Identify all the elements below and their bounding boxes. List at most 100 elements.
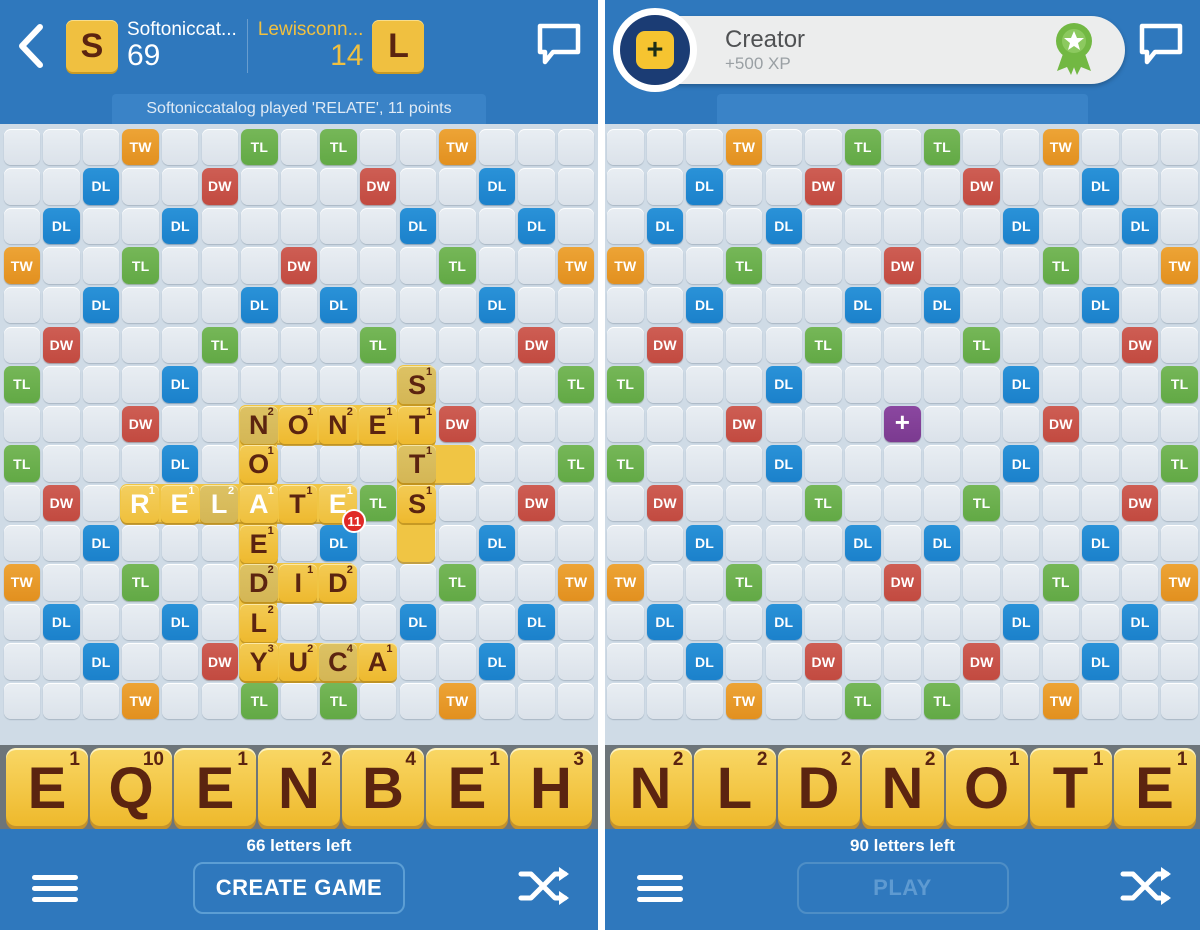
play-button[interactable]: PLAY <box>796 862 1009 914</box>
board-cell-tw[interactable]: TW <box>1161 564 1198 601</box>
board-cell-empty[interactable] <box>280 168 318 205</box>
board-cell-dl[interactable]: DL <box>478 168 516 205</box>
board-cell-tw[interactable]: TW <box>1161 247 1198 284</box>
board-cell-empty[interactable] <box>557 643 595 680</box>
board-cell-empty[interactable] <box>1042 643 1080 680</box>
board-cell-empty[interactable] <box>607 207 644 245</box>
board-cell-tl[interactable]: TL <box>963 326 1000 363</box>
board-cell-dl[interactable]: DL <box>320 286 357 324</box>
board-cell-dl[interactable]: DL <box>162 366 199 403</box>
board-cell-empty[interactable] <box>646 247 684 284</box>
board-cell-dl[interactable]: DL <box>1121 207 1159 245</box>
board-cell-empty[interactable] <box>805 207 842 245</box>
board-cell-empty[interactable] <box>201 682 239 720</box>
board-cell-empty[interactable] <box>765 405 802 443</box>
board-cell-tl[interactable]: TL <box>844 682 882 720</box>
board-cell-empty[interactable] <box>162 682 199 720</box>
board-cell-empty[interactable] <box>439 524 476 561</box>
board-cell-empty[interactable] <box>686 484 723 522</box>
board-cell-dl[interactable]: DL <box>320 524 357 561</box>
board-cell-empty[interactable] <box>884 445 921 482</box>
board-cell-tl[interactable]: TL <box>725 247 763 284</box>
board-cell-dl[interactable]: DL <box>765 603 802 641</box>
board-cell-dw[interactable]: DW <box>518 326 555 363</box>
board-cell-empty[interactable] <box>1082 564 1119 601</box>
board-cell-empty[interactable] <box>765 168 802 205</box>
board-cell-empty[interactable] <box>646 445 684 482</box>
board-cell-empty[interactable] <box>646 405 684 443</box>
board-cell-empty[interactable] <box>963 405 1000 443</box>
board-cell-empty[interactable] <box>241 326 278 363</box>
board-cell-dl[interactable]: DL <box>162 603 199 641</box>
board-cell-dl[interactable]: DL <box>646 603 684 641</box>
board-cell-empty[interactable] <box>478 128 516 165</box>
board-cell-empty[interactable] <box>122 643 159 680</box>
board-cell-empty[interactable] <box>844 247 882 284</box>
board-cell-empty[interactable] <box>686 326 723 363</box>
board-cell-empty[interactable] <box>439 326 476 363</box>
board-cell-tw[interactable]: TW <box>1042 682 1080 720</box>
board-cell-empty[interactable] <box>805 405 842 443</box>
board-cell-empty[interactable] <box>1161 326 1198 363</box>
board-cell-empty[interactable] <box>399 326 436 363</box>
board-cell-empty[interactable] <box>241 643 278 680</box>
board-cell-empty[interactable] <box>162 128 199 165</box>
board-cell-empty[interactable] <box>518 168 555 205</box>
board-cell-empty[interactable] <box>82 405 120 443</box>
achievement-toast[interactable]: + Creator +500 XP <box>613 8 1125 92</box>
board-cell-empty[interactable] <box>646 643 684 680</box>
board-cell-empty[interactable] <box>1082 484 1119 522</box>
board-cell-empty[interactable] <box>686 603 723 641</box>
board-cell-empty[interactable] <box>43 682 80 720</box>
board-cell-empty[interactable] <box>805 603 842 641</box>
board-cell-empty[interactable] <box>439 603 476 641</box>
board-cell-tl[interactable]: TL <box>607 366 644 403</box>
board-cell-tl[interactable]: TL <box>201 326 239 363</box>
board-cell-empty[interactable] <box>923 405 961 443</box>
board-cell-tl[interactable]: TL <box>1042 564 1080 601</box>
board-cell-empty[interactable] <box>1121 524 1159 561</box>
board-cell-empty[interactable] <box>557 168 595 205</box>
board-cell-empty[interactable] <box>844 484 882 522</box>
board-cell-empty[interactable] <box>805 524 842 561</box>
board-cell-dw[interactable]: DW <box>122 405 159 443</box>
board-cell-dl[interactable]: DL <box>399 603 436 641</box>
board-cell-empty[interactable] <box>518 247 555 284</box>
board-cell-tl[interactable]: TL <box>923 128 961 165</box>
board-cell-tw[interactable]: TW <box>607 247 644 284</box>
board-cell-empty[interactable] <box>280 286 318 324</box>
board-cell-empty[interactable] <box>1003 682 1040 720</box>
back-button[interactable] <box>0 0 62 92</box>
board-cell-dl[interactable]: DL <box>844 286 882 324</box>
board-cell-dw[interactable]: DW <box>201 643 239 680</box>
board-cell-empty[interactable] <box>557 405 595 443</box>
board-cell-empty[interactable] <box>607 128 644 165</box>
board-cell-dl[interactable]: DL <box>43 207 80 245</box>
board-cell-empty[interactable] <box>43 247 80 284</box>
board-cell-empty[interactable] <box>884 207 921 245</box>
board-cell-empty[interactable] <box>844 405 882 443</box>
board-cell-empty[interactable] <box>557 326 595 363</box>
board-cell-empty[interactable] <box>725 168 763 205</box>
board-cell-empty[interactable] <box>923 207 961 245</box>
board-cell-empty[interactable] <box>557 128 595 165</box>
board-cell-empty[interactable] <box>518 643 555 680</box>
board-cell-empty[interactable] <box>201 207 239 245</box>
board-cell-dl[interactable]: DL <box>923 524 961 561</box>
player-two-info[interactable]: Lewisconn... 14 L <box>258 10 425 82</box>
board-cell-empty[interactable] <box>844 326 882 363</box>
board-cell-empty[interactable] <box>478 207 516 245</box>
board-cell-empty[interactable] <box>557 603 595 641</box>
rack-tile[interactable]: T1 <box>1029 748 1112 826</box>
board-cell-dw[interactable]: DW <box>884 564 921 601</box>
board-cell-empty[interactable] <box>82 564 120 601</box>
board-cell-tl[interactable]: TL <box>963 484 1000 522</box>
board-cell-empty[interactable] <box>607 603 644 641</box>
board-cell-empty[interactable] <box>963 247 1000 284</box>
board-cell-empty[interactable] <box>765 326 802 363</box>
board-cell-empty[interactable] <box>805 247 842 284</box>
board-cell-empty[interactable] <box>399 524 436 561</box>
board-cell-empty[interactable] <box>725 207 763 245</box>
board-cell-empty[interactable] <box>122 445 159 482</box>
board-cell-empty[interactable] <box>359 603 397 641</box>
